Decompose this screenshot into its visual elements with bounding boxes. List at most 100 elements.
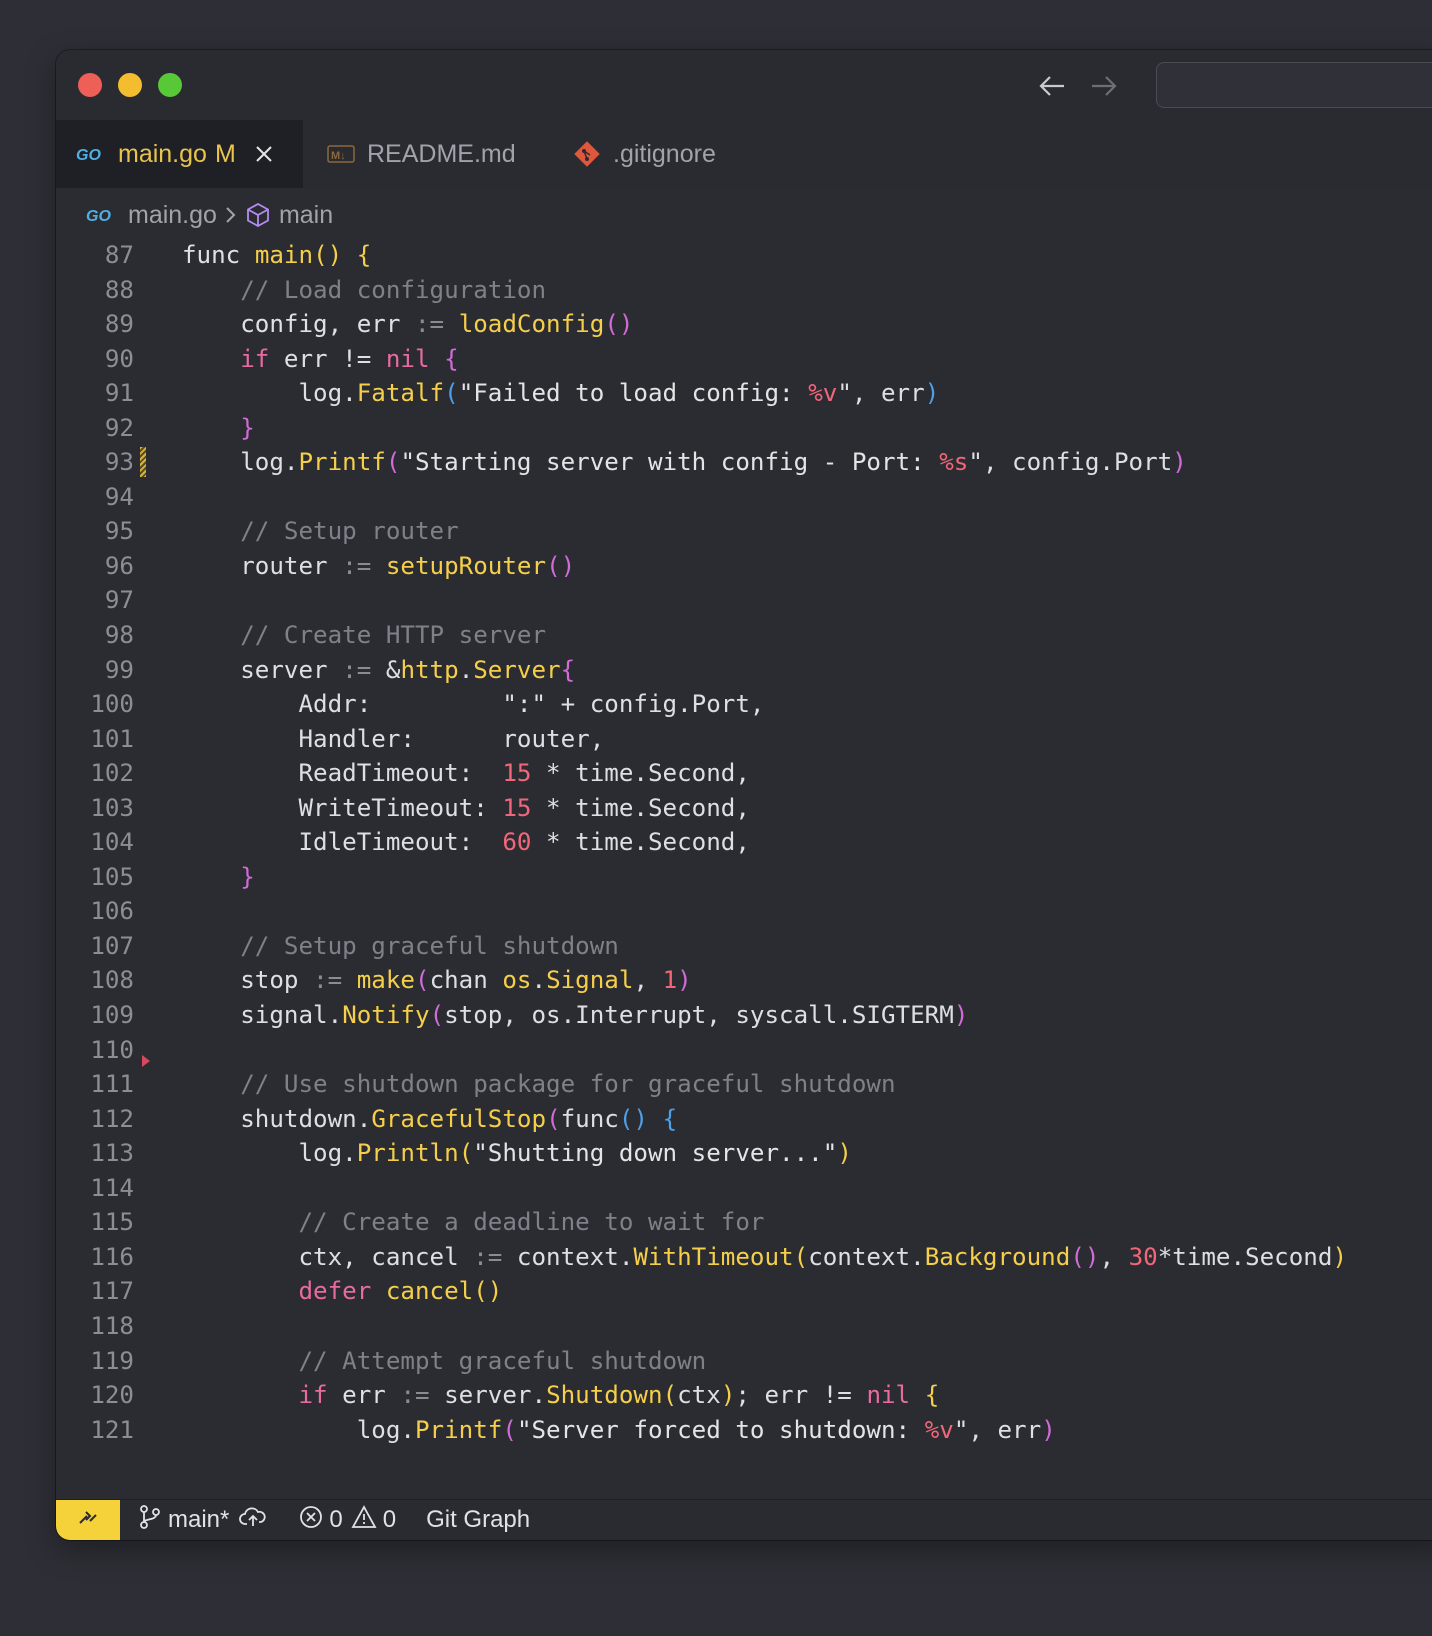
code-token: context. [808, 1242, 925, 1271]
code-line[interactable]: 87 func main() { [56, 238, 1432, 273]
branch-indicator[interactable]: main* [138, 1504, 273, 1537]
code-token: ( [458, 1139, 474, 1168]
minimize-window-button[interactable] [118, 73, 142, 97]
line-number: 111 [90, 1070, 134, 1099]
tab-gitignore[interactable]: .gitignore [573, 120, 833, 188]
code-text: Addr: ":" + config.Port, [182, 687, 764, 722]
tab-label: main.go [118, 139, 207, 168]
code-line[interactable]: 102 ReadTimeout: 15 * time.Second, [56, 756, 1432, 791]
code-token: := [473, 1242, 503, 1271]
code-token: // Attempt graceful shutdown [182, 1346, 707, 1375]
line-number: 104 [90, 828, 134, 857]
line-number: 112 [90, 1104, 134, 1133]
close-icon[interactable] [254, 144, 274, 164]
code-token: ( [444, 379, 459, 408]
line-number: 92 [104, 413, 134, 442]
tab-main-go[interactable]: GO main.go M [56, 120, 303, 188]
code-token: signal. [182, 1001, 343, 1030]
code-line[interactable]: 121 log.Printf("Server forced to shutdow… [56, 1413, 1432, 1448]
code-line[interactable]: 119 // Attempt graceful shutdown [56, 1344, 1432, 1379]
code-line[interactable]: 99 server := &http.Server{ [56, 653, 1432, 688]
warning-icon [351, 1504, 383, 1536]
code-line[interactable]: 97 [56, 583, 1432, 618]
line-number: 107 [90, 931, 134, 960]
code-token: GracefulStop [371, 1104, 547, 1133]
maximize-window-button[interactable] [158, 73, 182, 97]
code-line[interactable]: 107 // Setup graceful shutdown [56, 929, 1432, 964]
code-token: ) [1172, 448, 1187, 477]
code-line[interactable]: 120 if err := server.Shutdown(ctx); err … [56, 1378, 1432, 1413]
code-token: config, err [182, 310, 415, 339]
code-line[interactable]: 92 } [56, 411, 1432, 446]
line-number: 117 [90, 1277, 134, 1306]
code-line[interactable]: 103 WriteTimeout: 15 * time.Second, [56, 791, 1432, 826]
code-text: log.Printf("Server forced to shutdown: %… [182, 1413, 1056, 1448]
code-line[interactable]: 104 IdleTimeout: 60 * time.Second, [56, 825, 1432, 860]
git-graph-button[interactable]: Git Graph [426, 1506, 530, 1534]
code-line[interactable]: 94 [56, 480, 1432, 515]
code-line[interactable]: 93 log.Printf("Starting server with conf… [56, 445, 1432, 480]
remote-indicator[interactable] [56, 1500, 120, 1540]
cloud-upload-icon[interactable] [239, 1506, 273, 1535]
line-number: 90 [104, 344, 134, 373]
code-line[interactable]: 89 config, err := loadConfig() [56, 307, 1432, 342]
line-number: 102 [90, 759, 134, 788]
breadcrumb-symbol[interactable]: main [279, 201, 333, 230]
code-token: ) [720, 1381, 736, 1410]
code-editor[interactable]: 87 func main() {88 // Load configuration 8… [56, 238, 1432, 1447]
code-line[interactable]: 100 Addr: ":" + config.Port, [56, 687, 1432, 722]
code-line[interactable]: 91 log.Fatalf("Failed to load config: %v… [56, 376, 1432, 411]
code-text: // Use shutdown package for graceful shu… [182, 1067, 895, 1102]
back-arrow-icon[interactable] [1036, 70, 1068, 102]
code-line[interactable]: 109 signal.Notify(stop, os.Interrupt, sy… [56, 998, 1432, 1033]
code-line[interactable]: 115 // Create a deadline to wait for [56, 1205, 1432, 1240]
code-line[interactable]: 118 [56, 1309, 1432, 1344]
code-token: 15 [502, 793, 532, 822]
code-line[interactable]: 105 } [56, 860, 1432, 895]
code-line[interactable]: 106 [56, 894, 1432, 929]
code-token: () { [313, 241, 372, 269]
command-center-search[interactable] [1156, 62, 1432, 108]
code-line[interactable]: 95 // Setup router [56, 514, 1432, 549]
go-icon: GO [76, 146, 106, 162]
code-token: "Server forced to shutdown: [516, 1415, 925, 1444]
problems-indicator[interactable]: 0 0 [299, 1504, 396, 1536]
line-number: 87 [104, 241, 134, 269]
deleted-line-marker[interactable] [142, 1054, 150, 1067]
editor-tabs: GO main.go M M↓ README.md .gitignore [56, 120, 1432, 188]
code-line[interactable]: 98 // Create HTTP server [56, 618, 1432, 653]
code-line[interactable]: 101 Handler: router, [56, 722, 1432, 757]
code-line[interactable]: 90 if err != nil { [56, 342, 1432, 377]
close-window-button[interactable] [78, 73, 102, 97]
code-line[interactable]: 116 ctx, cancel := context.WithTimeout(c… [56, 1240, 1432, 1275]
code-line[interactable]: 108 stop := make(chan os.Signal, 1) [56, 963, 1432, 998]
code-token: ( [793, 1242, 809, 1271]
code-token: { [444, 344, 459, 373]
code-token: err [327, 1381, 401, 1410]
code-token: log. [182, 1139, 357, 1168]
code-line[interactable]: 117 defer cancel() [56, 1274, 1432, 1309]
code-token: Fatalf [356, 379, 445, 408]
code-line[interactable]: 111 // Use shutdown package for graceful… [56, 1067, 1432, 1102]
code-token: server [182, 655, 343, 684]
code-token: ( [502, 1415, 517, 1444]
line-number: 108 [90, 966, 134, 995]
code-line[interactable]: 96 router := setupRouter() [56, 549, 1432, 584]
line-number: 116 [90, 1242, 134, 1271]
forward-arrow-icon[interactable] [1088, 70, 1120, 102]
code-line[interactable]: 110 [56, 1033, 1432, 1068]
breadcrumb-file[interactable]: main.go [128, 201, 217, 230]
modified-line-marker[interactable] [140, 447, 146, 478]
code-line[interactable]: 113 log.Println("Shutting down server...… [56, 1136, 1432, 1171]
code-line[interactable]: 114 [56, 1171, 1432, 1206]
tab-readme[interactable]: M↓ README.md [303, 120, 573, 188]
code-token: := [342, 655, 372, 684]
code-token: , config.Port [982, 448, 1173, 477]
chevron-right-icon [225, 205, 237, 225]
code-token: "Shutting down server..." [473, 1139, 838, 1168]
code-line[interactable]: 112 shutdown.GracefulStop(func() { [56, 1102, 1432, 1137]
code-text: if err := server.Shutdown(ctx); err != n… [182, 1378, 940, 1413]
code-line[interactable]: 88 // Load configuration [56, 273, 1432, 308]
